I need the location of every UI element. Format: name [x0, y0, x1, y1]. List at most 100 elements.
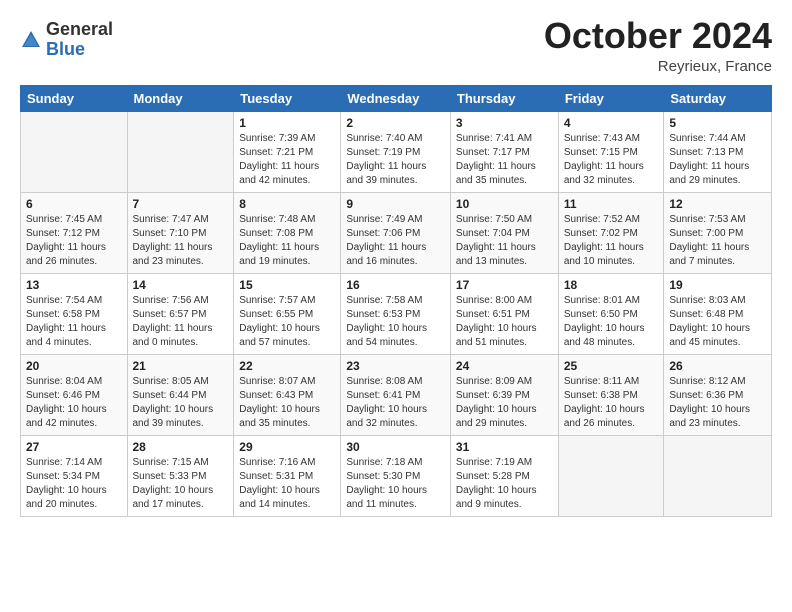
calendar-cell: 30Sunrise: 7:18 AM Sunset: 5:30 PM Dayli… [341, 435, 451, 516]
calendar-header-row: SundayMondayTuesdayWednesdayThursdayFrid… [21, 85, 772, 111]
calendar-week-row: 1 Sunrise: 7:39 AM Sunset: 7:21 PM Daylig… [21, 111, 772, 192]
day-detail: Sunrise: 8:07 AM Sunset: 6:43 PM Dayligh… [239, 375, 335, 431]
calendar-cell: 5 Sunrise: 7:44 AM Sunset: 7:13 PM Daylig… [664, 111, 772, 192]
calendar-cell [21, 111, 128, 192]
day-detail: Sunrise: 7:50 AM Sunset: 7:04 PM Dayligh… [456, 213, 553, 269]
calendar-cell: 8 Sunrise: 7:48 AM Sunset: 7:08 PM Daylig… [234, 192, 341, 273]
day-detail: Sunrise: 7:39 AM Sunset: 7:21 PM Dayligh… [239, 132, 335, 188]
day-detail: Sunrise: 7:43 AM Sunset: 7:15 PM Dayligh… [564, 132, 659, 188]
day-detail: Sunrise: 7:44 AM Sunset: 7:13 PM Dayligh… [669, 132, 766, 188]
title-block: October 2024 Reyrieux, France [544, 16, 772, 75]
day-detail: Sunrise: 8:03 AM Sunset: 6:48 PM Dayligh… [669, 294, 766, 350]
day-number: 31 [456, 440, 553, 454]
day-number: 28 [133, 440, 229, 454]
day-number: 3 [456, 116, 553, 130]
calendar-cell: 11Sunrise: 7:52 AM Sunset: 7:02 PM Dayli… [558, 192, 664, 273]
logo-blue-text: Blue [46, 40, 113, 60]
calendar-cell [127, 111, 234, 192]
day-detail: Sunrise: 8:12 AM Sunset: 6:36 PM Dayligh… [669, 375, 766, 431]
day-detail: Sunrise: 7:49 AM Sunset: 7:06 PM Dayligh… [346, 213, 445, 269]
day-number: 9 [346, 197, 445, 211]
day-detail: Sunrise: 8:01 AM Sunset: 6:50 PM Dayligh… [564, 294, 659, 350]
day-detail: Sunrise: 8:11 AM Sunset: 6:38 PM Dayligh… [564, 375, 659, 431]
day-number: 1 [239, 116, 335, 130]
day-detail: Sunrise: 8:04 AM Sunset: 6:46 PM Dayligh… [26, 375, 122, 431]
day-number: 29 [239, 440, 335, 454]
day-number: 2 [346, 116, 445, 130]
page: General Blue October 2024 Reyrieux, Fran… [0, 0, 792, 533]
day-detail: Sunrise: 7:58 AM Sunset: 6:53 PM Dayligh… [346, 294, 445, 350]
day-number: 18 [564, 278, 659, 292]
header: General Blue October 2024 Reyrieux, Fran… [20, 16, 772, 75]
day-detail: Sunrise: 8:00 AM Sunset: 6:51 PM Dayligh… [456, 294, 553, 350]
day-number: 8 [239, 197, 335, 211]
month-title: October 2024 [544, 16, 772, 56]
day-number: 5 [669, 116, 766, 130]
calendar-day-header: Saturday [664, 85, 772, 111]
day-number: 12 [669, 197, 766, 211]
calendar-cell: 12Sunrise: 7:53 AM Sunset: 7:00 PM Dayli… [664, 192, 772, 273]
day-detail: Sunrise: 7:48 AM Sunset: 7:08 PM Dayligh… [239, 213, 335, 269]
calendar-cell: 29 Sunrise: 7:16 AM Sunset: 5:31 PM Dayli… [234, 435, 341, 516]
logo-text: General Blue [46, 20, 113, 60]
calendar-cell: 17 Sunrise: 8:00 AM Sunset: 6:51 PM Dayli… [450, 273, 558, 354]
calendar-cell: 18 Sunrise: 8:01 AM Sunset: 6:50 PM Dayli… [558, 273, 664, 354]
calendar-week-row: 27Sunrise: 7:14 AM Sunset: 5:34 PM Dayli… [21, 435, 772, 516]
calendar-table: SundayMondayTuesdayWednesdayThursdayFrid… [20, 85, 772, 517]
calendar-day-header: Sunday [21, 85, 128, 111]
day-detail: Sunrise: 8:05 AM Sunset: 6:44 PM Dayligh… [133, 375, 229, 431]
calendar-cell: 21 Sunrise: 8:05 AM Sunset: 6:44 PM Dayli… [127, 354, 234, 435]
calendar-week-row: 13Sunrise: 7:54 AM Sunset: 6:58 PM Dayli… [21, 273, 772, 354]
calendar-cell: 31 Sunrise: 7:19 AM Sunset: 5:28 PM Dayli… [450, 435, 558, 516]
day-number: 17 [456, 278, 553, 292]
calendar-day-header: Thursday [450, 85, 558, 111]
calendar-cell: 20Sunrise: 8:04 AM Sunset: 6:46 PM Dayli… [21, 354, 128, 435]
day-number: 21 [133, 359, 229, 373]
day-number: 27 [26, 440, 122, 454]
day-detail: Sunrise: 7:16 AM Sunset: 5:31 PM Dayligh… [239, 456, 335, 512]
calendar-cell: 27Sunrise: 7:14 AM Sunset: 5:34 PM Dayli… [21, 435, 128, 516]
day-detail: Sunrise: 7:45 AM Sunset: 7:12 PM Dayligh… [26, 213, 122, 269]
day-number: 25 [564, 359, 659, 373]
calendar-cell: 22 Sunrise: 8:07 AM Sunset: 6:43 PM Dayli… [234, 354, 341, 435]
calendar-day-header: Friday [558, 85, 664, 111]
logo-icon [20, 29, 42, 51]
day-detail: Sunrise: 7:40 AM Sunset: 7:19 PM Dayligh… [346, 132, 445, 188]
calendar-cell: 4Sunrise: 7:43 AM Sunset: 7:15 PM Daylig… [558, 111, 664, 192]
calendar-cell: 16 Sunrise: 7:58 AM Sunset: 6:53 PM Dayli… [341, 273, 451, 354]
calendar-day-header: Wednesday [341, 85, 451, 111]
day-detail: Sunrise: 7:15 AM Sunset: 5:33 PM Dayligh… [133, 456, 229, 512]
day-detail: Sunrise: 7:19 AM Sunset: 5:28 PM Dayligh… [456, 456, 553, 512]
calendar-cell: 3Sunrise: 7:41 AM Sunset: 7:17 PM Daylig… [450, 111, 558, 192]
day-number: 16 [346, 278, 445, 292]
calendar-cell: 10Sunrise: 7:50 AM Sunset: 7:04 PM Dayli… [450, 192, 558, 273]
calendar-cell: 19 Sunrise: 8:03 AM Sunset: 6:48 PM Dayli… [664, 273, 772, 354]
day-number: 26 [669, 359, 766, 373]
day-number: 19 [669, 278, 766, 292]
day-number: 13 [26, 278, 122, 292]
calendar-cell: 7 Sunrise: 7:47 AM Sunset: 7:10 PM Daylig… [127, 192, 234, 273]
day-number: 6 [26, 197, 122, 211]
calendar-week-row: 6 Sunrise: 7:45 AM Sunset: 7:12 PM Daylig… [21, 192, 772, 273]
day-number: 22 [239, 359, 335, 373]
day-detail: Sunrise: 8:08 AM Sunset: 6:41 PM Dayligh… [346, 375, 445, 431]
day-number: 23 [346, 359, 445, 373]
day-detail: Sunrise: 7:52 AM Sunset: 7:02 PM Dayligh… [564, 213, 659, 269]
calendar-day-header: Tuesday [234, 85, 341, 111]
calendar-week-row: 20Sunrise: 8:04 AM Sunset: 6:46 PM Dayli… [21, 354, 772, 435]
day-number: 30 [346, 440, 445, 454]
calendar-cell: 14Sunrise: 7:56 AM Sunset: 6:57 PM Dayli… [127, 273, 234, 354]
logo-general-text: General [46, 20, 113, 40]
location: Reyrieux, France [544, 58, 772, 75]
day-detail: Sunrise: 7:47 AM Sunset: 7:10 PM Dayligh… [133, 213, 229, 269]
day-number: 24 [456, 359, 553, 373]
day-number: 7 [133, 197, 229, 211]
calendar-cell: 6 Sunrise: 7:45 AM Sunset: 7:12 PM Daylig… [21, 192, 128, 273]
calendar-cell: 28 Sunrise: 7:15 AM Sunset: 5:33 PM Dayli… [127, 435, 234, 516]
calendar-cell: 13Sunrise: 7:54 AM Sunset: 6:58 PM Dayli… [21, 273, 128, 354]
day-detail: Sunrise: 8:09 AM Sunset: 6:39 PM Dayligh… [456, 375, 553, 431]
calendar-cell: 24 Sunrise: 8:09 AM Sunset: 6:39 PM Dayli… [450, 354, 558, 435]
calendar-cell [558, 435, 664, 516]
logo: General Blue [20, 20, 113, 60]
calendar-cell [664, 435, 772, 516]
